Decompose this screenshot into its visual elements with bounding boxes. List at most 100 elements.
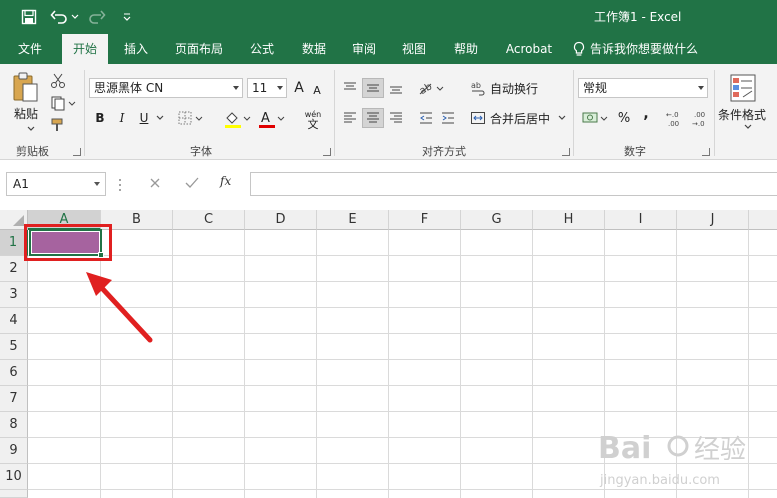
tab-help[interactable]: 帮助	[444, 34, 488, 64]
merge-center-button[interactable]: 合并后居中	[490, 108, 552, 128]
decrease-indent-icon[interactable]	[416, 108, 436, 128]
conditional-format-button[interactable]: 条件格式	[718, 106, 774, 122]
increase-font-button[interactable]: A	[291, 78, 307, 98]
align-right-icon[interactable]	[386, 108, 406, 128]
row-header-9[interactable]: 9	[0, 438, 28, 464]
merge-center-icon[interactable]	[468, 108, 488, 128]
row-header-3[interactable]: 3	[0, 282, 28, 308]
paste-button[interactable]: 粘贴	[8, 104, 44, 122]
increase-indent-icon[interactable]	[438, 108, 458, 128]
row-header-7[interactable]: 7	[0, 386, 28, 412]
italic-button[interactable]: I	[114, 108, 130, 128]
tab-formulas[interactable]: 公式	[240, 34, 284, 64]
column-header-h[interactable]: H	[533, 210, 605, 230]
lightbulb-icon	[573, 41, 585, 56]
accounting-format-icon[interactable]	[580, 108, 610, 128]
comma-style-button[interactable]: ,	[638, 104, 654, 124]
name-box[interactable]: A1	[6, 172, 106, 196]
column-header-j[interactable]: J	[677, 210, 749, 230]
tab-view[interactable]: 视图	[392, 34, 436, 64]
row-header-8[interactable]: 8	[0, 412, 28, 438]
font-size-value: 11	[252, 81, 268, 95]
column-header-partial[interactable]	[749, 210, 777, 230]
clipboard-launcher-icon[interactable]	[73, 148, 81, 156]
phonetic-guide-button[interactable]: wén 文	[298, 108, 328, 132]
row-header-4[interactable]: 4	[0, 308, 28, 334]
merge-dropdown-icon[interactable]	[556, 108, 568, 128]
font-launcher-icon[interactable]	[323, 148, 331, 156]
tell-me-search[interactable]: 告诉我你想要做什么	[572, 34, 722, 64]
copy-icon[interactable]	[48, 94, 78, 112]
underline-button[interactable]: U	[136, 108, 152, 128]
borders-icon[interactable]	[176, 108, 204, 128]
tab-page-layout[interactable]: 页面布局	[168, 34, 230, 64]
align-middle-icon[interactable]	[362, 78, 384, 98]
underline-dropdown-icon[interactable]	[154, 108, 166, 128]
enter-icon[interactable]	[184, 176, 200, 190]
svg-text:.00: .00	[668, 120, 679, 128]
tab-insert[interactable]: 插入	[114, 34, 158, 64]
column-header-e[interactable]: E	[317, 210, 389, 230]
name-box-value: A1	[13, 177, 29, 191]
row-header-5[interactable]: 5	[0, 334, 28, 360]
redo-icon[interactable]	[86, 0, 108, 34]
undo-dropdown-icon[interactable]	[70, 0, 80, 34]
svg-text:.00: .00	[694, 111, 705, 119]
group-label-clipboard: 剪贴板	[16, 145, 49, 158]
save-icon[interactable]	[20, 0, 38, 34]
tab-data[interactable]: 数据	[292, 34, 336, 64]
orientation-icon[interactable]: ab	[416, 78, 446, 98]
font-size-combo[interactable]: 11	[247, 78, 287, 98]
align-bottom-icon[interactable]	[386, 78, 406, 98]
chevron-down-icon	[277, 86, 283, 90]
highlight-box	[24, 224, 112, 261]
column-header-g[interactable]: G	[461, 210, 533, 230]
bold-button[interactable]: B	[92, 108, 108, 128]
column-header-d[interactable]: D	[245, 210, 317, 230]
fill-color-icon[interactable]	[222, 108, 252, 130]
row-header-6[interactable]: 6	[0, 360, 28, 386]
gridline	[532, 230, 533, 498]
row-header-10[interactable]: 10	[0, 464, 28, 490]
font-color-icon[interactable]: A	[256, 108, 286, 130]
row-header-partial[interactable]	[0, 490, 28, 498]
tab-file[interactable]: 文件	[8, 34, 52, 64]
formula-input[interactable]	[250, 172, 777, 196]
conditional-format-dropdown-icon[interactable]	[742, 122, 754, 132]
customize-qat-icon[interactable]	[120, 0, 134, 34]
group-label-number: 数字	[624, 145, 646, 158]
paste-dropdown-icon[interactable]	[26, 124, 36, 134]
wrap-text-button[interactable]: 自动换行	[490, 78, 540, 98]
column-header-f[interactable]: F	[389, 210, 461, 230]
number-format-combo[interactable]: 常规	[578, 78, 708, 98]
decrease-font-button[interactable]: A	[310, 80, 324, 100]
decrease-decimal-icon[interactable]: .00 →.0	[690, 108, 712, 130]
worksheet-grid: A B C D E F G H I J 1 2 3 4 5 6 7 8 9 10	[0, 210, 777, 498]
ribbon-home: 粘贴 剪贴板 思源黑体 CN 11 A A B I U A wén 文 字体 a…	[0, 64, 777, 160]
percent-style-button[interactable]: %	[614, 108, 634, 128]
align-top-icon[interactable]	[340, 78, 360, 98]
align-center-icon[interactable]	[362, 108, 384, 128]
tab-acrobat[interactable]: Acrobat	[498, 34, 560, 64]
conditional-format-icon[interactable]	[726, 72, 760, 104]
paste-icon[interactable]	[8, 70, 42, 104]
number-launcher-icon[interactable]	[702, 148, 710, 156]
increase-decimal-icon[interactable]: ←.0.00	[664, 108, 686, 130]
more-options-icon[interactable]	[118, 178, 122, 192]
tab-home[interactable]: 开始	[62, 34, 108, 64]
wrap-text-icon[interactable]: ab	[468, 78, 488, 98]
column-header-c[interactable]: C	[173, 210, 245, 230]
align-left-icon[interactable]	[340, 108, 360, 128]
tell-me-label: 告诉我你想要做什么	[590, 42, 699, 56]
insert-function-button[interactable]: fx	[220, 174, 240, 192]
undo-icon[interactable]	[48, 0, 70, 34]
alignment-launcher-icon[interactable]	[562, 148, 570, 156]
font-name-combo[interactable]: 思源黑体 CN	[89, 78, 243, 98]
cut-icon[interactable]	[48, 72, 68, 90]
conditional-format-label: 条件格式	[718, 107, 767, 122]
column-header-i[interactable]: I	[605, 210, 677, 230]
format-painter-icon[interactable]	[48, 116, 68, 134]
cancel-icon[interactable]	[148, 176, 162, 190]
fx-icon: fx	[220, 174, 232, 188]
tab-review[interactable]: 审阅	[342, 34, 386, 64]
